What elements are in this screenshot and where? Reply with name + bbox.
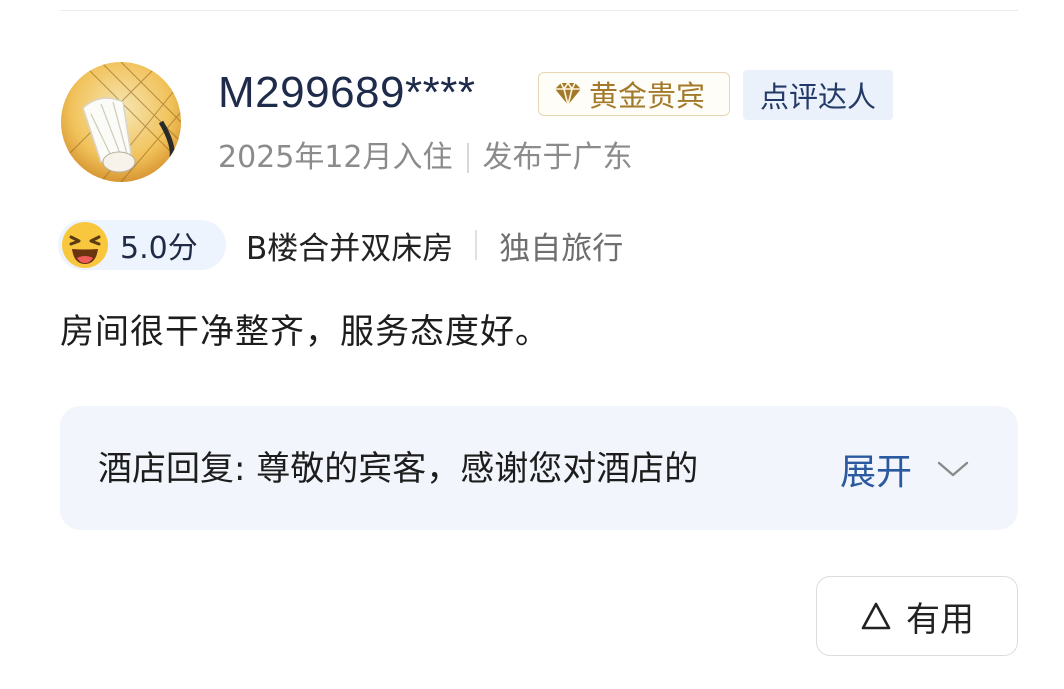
room-divider — [475, 230, 478, 260]
review-meta: 2025年12月入住 发布于广东 — [218, 136, 633, 180]
hotel-reply-box[interactable]: 酒店回复: 尊敬的宾客，感谢您对酒店的 展开 — [60, 406, 1018, 530]
review-body: 房间很干净整齐，服务态度好。 — [60, 312, 550, 352]
gold-vip-label: 黄金贵宾 — [589, 79, 706, 113]
room-type: B楼合并双床房 — [246, 230, 454, 267]
laughing-emoji-icon — [62, 222, 108, 268]
helpful-button[interactable]: 有用 — [816, 576, 1018, 656]
meta-divider — [466, 143, 469, 173]
diamond-icon — [555, 81, 581, 106]
trip-type: 独自旅行 — [499, 230, 624, 267]
expert-reviewer-badge: 点评达人 — [743, 70, 893, 120]
hotel-reply-text: 酒店回复: 尊敬的宾客，感谢您对酒店的 — [98, 449, 699, 489]
top-divider — [60, 10, 1018, 11]
helpful-label[interactable]: 有用 — [906, 592, 974, 641]
username[interactable]: M299689**** — [218, 66, 475, 120]
post-location: 发布于广东 — [482, 140, 633, 175]
score-pill: 5.0分 — [58, 220, 226, 270]
gold-vip-badge: 黄金贵宾 — [538, 72, 730, 116]
expand-button[interactable]: 展开 — [840, 444, 970, 494]
score-value: 5.0分 — [120, 231, 198, 266]
expand-label[interactable]: 展开 — [840, 443, 912, 495]
room-info: B楼合并双床房 独自旅行 — [246, 220, 623, 270]
avatar[interactable] — [61, 62, 181, 182]
stay-date: 2025年12月入住 — [218, 140, 453, 175]
triangle-icon — [861, 602, 891, 630]
chevron-down-icon[interactable] — [936, 459, 970, 479]
